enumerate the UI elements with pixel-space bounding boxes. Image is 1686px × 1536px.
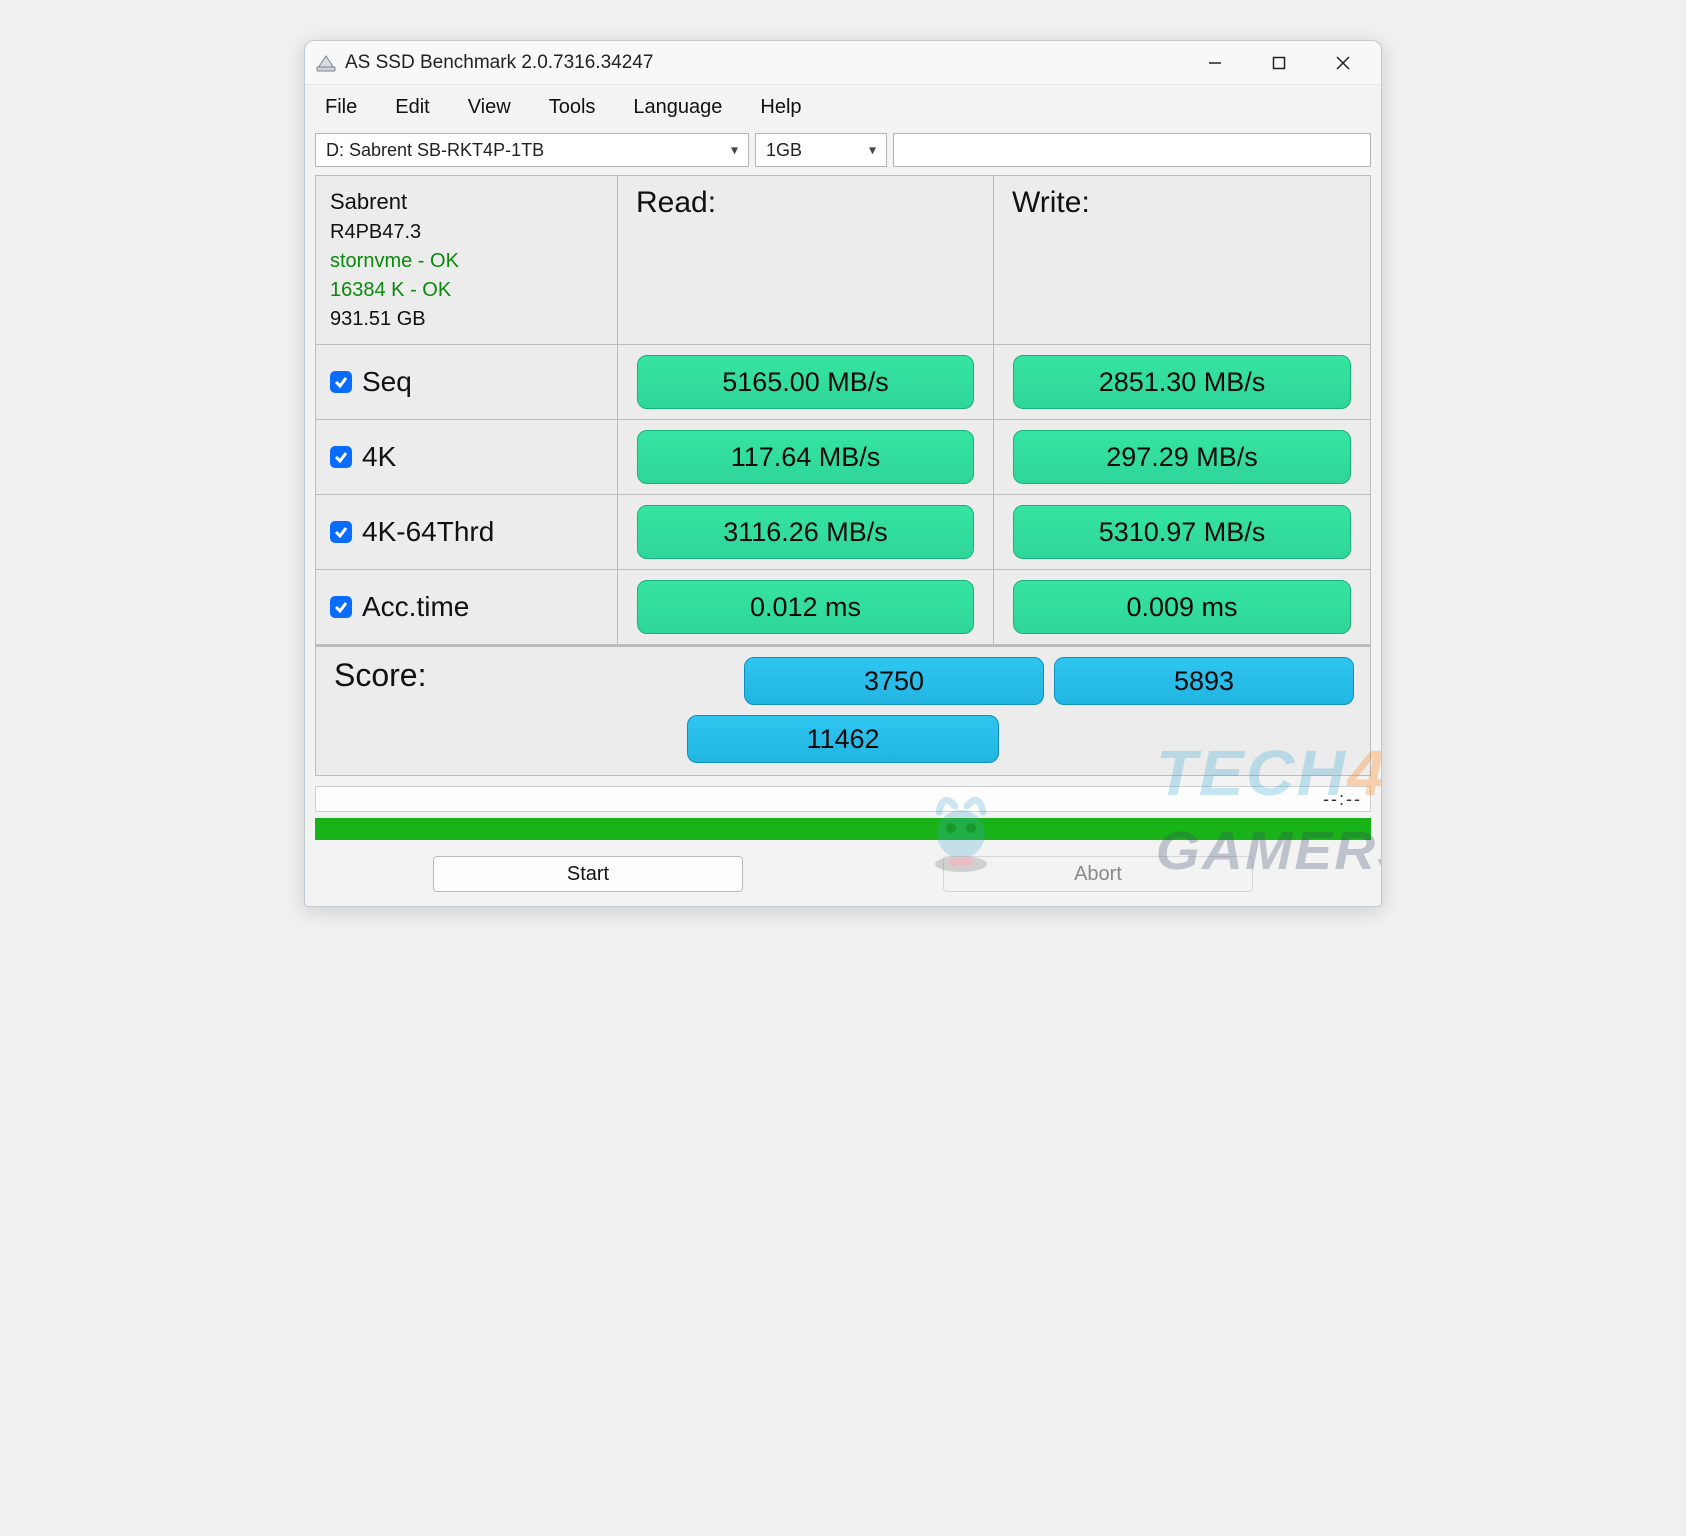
chevron-down-icon: ▾ <box>731 142 738 159</box>
drive-driver: stornvme - OK <box>330 247 459 276</box>
seq-checkbox[interactable] <box>330 371 352 393</box>
4k64-read-cell: 3116.26 MB/s <box>618 495 994 569</box>
close-button[interactable] <box>1311 41 1375 84</box>
seq-read-value: 5165.00 MB/s <box>637 355 974 409</box>
4k64-label: 4K-64Thrd <box>362 516 494 548</box>
menu-language[interactable]: Language <box>633 96 722 119</box>
size-select[interactable]: 1GB ▾ <box>755 133 887 167</box>
score-label: Score: <box>326 657 426 694</box>
seq-label-cell: Seq <box>316 345 618 419</box>
blank-field <box>893 133 1371 167</box>
minimize-button[interactable] <box>1183 41 1247 84</box>
titlebar: AS SSD Benchmark 2.0.7316.34247 <box>305 41 1381 85</box>
score-total-row: 11462 <box>326 715 1360 763</box>
acc-read-value: 0.012 ms <box>637 580 974 634</box>
menu-file[interactable]: File <box>325 96 357 119</box>
4k64-row: 4K-64Thrd 3116.26 MB/s 5310.97 MB/s <box>316 495 1370 570</box>
drive-firmware: R4PB47.3 <box>330 218 421 247</box>
menu-tools[interactable]: Tools <box>549 96 596 119</box>
seq-label: Seq <box>362 366 412 398</box>
drive-name: Sabrent <box>330 186 407 218</box>
progress-bar <box>315 818 1371 840</box>
drive-alignment: 16384 K - OK <box>330 276 451 305</box>
4k-read-value: 117.64 MB/s <box>637 430 974 484</box>
footer: Start Abort <box>305 850 1381 906</box>
4k64-write-cell: 5310.97 MB/s <box>994 495 1370 569</box>
acc-read-cell: 0.012 ms <box>618 570 994 644</box>
app-icon <box>315 52 337 74</box>
4k-label: 4K <box>362 441 396 473</box>
window-controls <box>1183 41 1375 84</box>
drive-select[interactable]: D: Sabrent SB-RKT4P-1TB ▾ <box>315 133 749 167</box>
write-header: Write: <box>994 176 1370 344</box>
4k64-write-value: 5310.97 MB/s <box>1013 505 1351 559</box>
progress-text-area: --:-- <box>315 786 1371 812</box>
drive-capacity: 931.51 GB <box>330 305 426 334</box>
acc-label: Acc.time <box>362 591 469 623</box>
score-rw-row: 3750 5893 <box>326 657 1360 705</box>
drive-info-cell: Sabrent R4PB47.3 stornvme - OK 16384 K -… <box>316 176 618 344</box>
4k-write-value: 297.29 MB/s <box>1013 430 1351 484</box>
progress-time: --:-- <box>1323 789 1362 810</box>
maximize-button[interactable] <box>1247 41 1311 84</box>
drive-select-value: D: Sabrent SB-RKT4P-1TB <box>326 140 544 161</box>
start-button[interactable]: Start <box>433 856 743 892</box>
acc-label-cell: Acc.time <box>316 570 618 644</box>
menu-help[interactable]: Help <box>760 96 801 119</box>
menu-view[interactable]: View <box>468 96 511 119</box>
score-area: Score: 3750 5893 11462 <box>316 645 1370 775</box>
acc-checkbox[interactable] <box>330 596 352 618</box>
size-select-value: 1GB <box>766 140 802 161</box>
4k-label-cell: 4K <box>316 420 618 494</box>
acc-write-value: 0.009 ms <box>1013 580 1351 634</box>
results-table: Sabrent R4PB47.3 stornvme - OK 16384 K -… <box>315 175 1371 776</box>
seq-read-cell: 5165.00 MB/s <box>618 345 994 419</box>
menubar: File Edit View Tools Language Help <box>305 85 1381 129</box>
4k-read-cell: 117.64 MB/s <box>618 420 994 494</box>
seq-write-cell: 2851.30 MB/s <box>994 345 1370 419</box>
menu-edit[interactable]: Edit <box>395 96 429 119</box>
toolbar: D: Sabrent SB-RKT4P-1TB ▾ 1GB ▾ <box>305 129 1381 175</box>
score-write: 5893 <box>1054 657 1354 705</box>
header-row: Sabrent R4PB47.3 stornvme - OK 16384 K -… <box>316 176 1370 345</box>
4k64-label-cell: 4K-64Thrd <box>316 495 618 569</box>
4k64-read-value: 3116.26 MB/s <box>637 505 974 559</box>
chevron-down-icon: ▾ <box>869 142 876 159</box>
seq-row: Seq 5165.00 MB/s 2851.30 MB/s <box>316 345 1370 420</box>
window-title: AS SSD Benchmark 2.0.7316.34247 <box>345 52 1183 74</box>
4k-write-cell: 297.29 MB/s <box>994 420 1370 494</box>
4k-row: 4K 117.64 MB/s 297.29 MB/s <box>316 420 1370 495</box>
read-header: Read: <box>618 176 994 344</box>
score-total: 11462 <box>687 715 999 763</box>
seq-write-value: 2851.30 MB/s <box>1013 355 1351 409</box>
4k64-checkbox[interactable] <box>330 521 352 543</box>
abort-button[interactable]: Abort <box>943 856 1253 892</box>
4k-checkbox[interactable] <box>330 446 352 468</box>
acc-write-cell: 0.009 ms <box>994 570 1370 644</box>
acc-row: Acc.time 0.012 ms 0.009 ms <box>316 570 1370 645</box>
score-read: 3750 <box>744 657 1044 705</box>
app-window: AS SSD Benchmark 2.0.7316.34247 File Edi… <box>304 40 1382 907</box>
